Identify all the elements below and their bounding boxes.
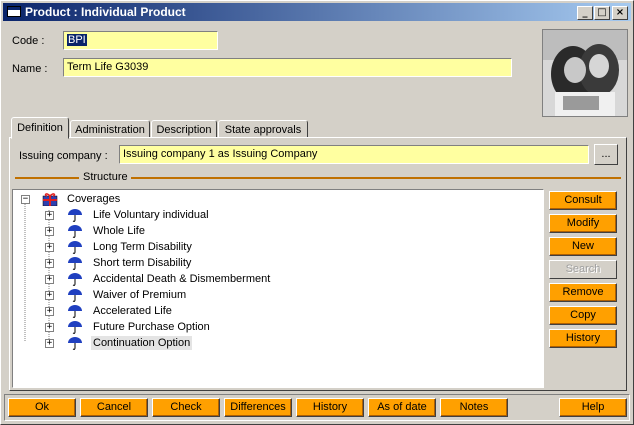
search-button[interactable]: Search — [549, 260, 617, 279]
umbrella-icon — [68, 257, 82, 270]
structure-label: Structure — [83, 171, 128, 183]
umbrella-icon — [68, 273, 82, 286]
product-photo — [542, 29, 628, 117]
umbrella-icon — [68, 225, 82, 238]
product-window: Product : Individual Product _ □ × Code … — [0, 0, 634, 425]
ok-button[interactable]: Ok — [8, 398, 76, 417]
issuing-company-field[interactable]: Issuing company 1 as Issuing Company — [119, 145, 589, 164]
cancel-button[interactable]: Cancel — [80, 398, 148, 417]
issuing-company-browse-button[interactable]: ... — [594, 144, 618, 165]
umbrella-icon — [68, 337, 82, 350]
coverage-tree[interactable]: − Coverages + Life Voluntary individual … — [12, 189, 544, 388]
code-label: Code : — [12, 35, 45, 47]
umbrella-icon — [68, 209, 82, 222]
umbrella-icon — [68, 289, 82, 302]
tab-state-approvals[interactable]: State approvals — [218, 120, 308, 138]
code-value: BPI — [67, 34, 87, 46]
expand-icon[interactable]: + — [45, 275, 54, 284]
photo-image — [543, 30, 627, 116]
tree-item-label: Life Voluntary individual — [93, 209, 209, 221]
help-button[interactable]: Help — [559, 398, 627, 417]
history-side-button[interactable]: History — [549, 329, 617, 348]
tree-item-label: Future Purchase Option — [93, 321, 210, 333]
tree-item-label-selected: Continuation Option — [91, 336, 193, 350]
modify-button[interactable]: Modify — [549, 214, 617, 233]
code-field[interactable]: BPI — [63, 31, 218, 50]
collapse-icon[interactable]: − — [21, 195, 30, 204]
tab-description[interactable]: Description — [151, 120, 217, 138]
window-icon — [7, 6, 21, 17]
gift-box-icon — [42, 193, 58, 206]
differences-button[interactable]: Differences — [224, 398, 292, 417]
new-button[interactable]: New — [549, 237, 617, 256]
minimize-button[interactable]: _ — [577, 6, 593, 20]
consult-button[interactable]: Consult — [549, 191, 617, 210]
expand-icon[interactable]: + — [45, 323, 54, 332]
expand-icon[interactable]: + — [45, 339, 54, 348]
notes-button[interactable]: Notes — [440, 398, 508, 417]
copy-button[interactable]: Copy — [549, 306, 617, 325]
tree-item-label: Long Term Disability — [93, 241, 192, 253]
title-bar[interactable]: Product : Individual Product _ □ × — [3, 3, 631, 21]
tree-item-label: Whole Life — [93, 225, 145, 237]
umbrella-icon — [68, 321, 82, 334]
tree-item-label: Accelerated Life — [93, 305, 172, 317]
expand-icon[interactable]: + — [45, 291, 54, 300]
expand-icon[interactable]: + — [45, 259, 54, 268]
window-title: Product : Individual Product — [25, 5, 186, 19]
remove-button[interactable]: Remove — [549, 283, 617, 302]
umbrella-icon — [68, 305, 82, 318]
name-label: Name : — [12, 63, 48, 75]
maximize-button[interactable]: □ — [594, 6, 610, 20]
expand-icon[interactable]: + — [45, 227, 54, 236]
check-button[interactable]: Check — [152, 398, 220, 417]
tab-administration[interactable]: Administration — [70, 120, 150, 138]
structure-line-right — [131, 177, 621, 179]
expand-icon[interactable]: + — [45, 243, 54, 252]
expand-icon[interactable]: + — [45, 211, 54, 220]
history-button[interactable]: History — [296, 398, 364, 417]
tab-definition[interactable]: Definition — [11, 117, 69, 139]
structure-line-left — [15, 177, 79, 179]
tree-item-label: Short term Disability — [93, 257, 192, 269]
tree-item-label: Accidental Death & Dismemberment — [93, 273, 271, 285]
name-field[interactable]: Term Life G3039 — [63, 58, 512, 77]
tree-root-label: Coverages — [67, 193, 121, 205]
expand-icon[interactable]: + — [45, 307, 54, 316]
umbrella-icon — [68, 241, 82, 254]
close-button[interactable]: × — [612, 6, 628, 20]
as-of-date-button[interactable]: As of date — [368, 398, 436, 417]
tree-item-label: Waiver of Premium — [93, 289, 187, 301]
issuing-company-label: Issuing company : — [19, 150, 108, 162]
